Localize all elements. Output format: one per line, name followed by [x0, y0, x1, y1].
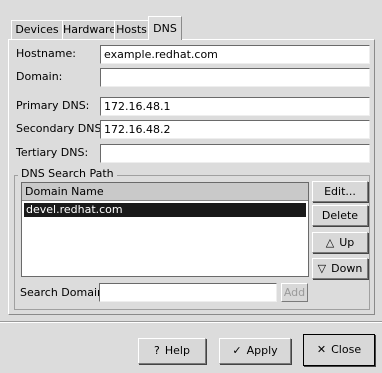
help-button-label: Help: [164, 344, 190, 357]
apply-button[interactable]: ✓ Apply: [219, 338, 291, 364]
up-button[interactable]: △ Up: [312, 232, 368, 253]
tertiary-dns-label: Tertiary DNS:: [16, 146, 89, 159]
edit-button[interactable]: Edit...: [312, 181, 368, 202]
secondary-dns-label: Secondary DNS:: [16, 122, 106, 135]
delete-button[interactable]: Delete: [312, 205, 368, 226]
dns-search-path-title: DNS Search Path: [18, 167, 117, 180]
up-button-label: Up: [339, 236, 355, 249]
triangle-up-icon: △: [325, 236, 335, 249]
tab-dns-label: DNS: [153, 22, 177, 35]
primary-dns-label: Primary DNS:: [16, 99, 90, 112]
tab-hosts-label: Hosts: [116, 23, 147, 36]
tab-hosts[interactable]: Hosts: [114, 20, 149, 39]
hostname-label: Hostname:: [16, 47, 76, 60]
edit-button-label: Edit...: [324, 185, 356, 198]
secondary-dns-field[interactable]: 172.16.48.2: [100, 120, 370, 139]
footer-separator: [0, 321, 382, 323]
primary-dns-field[interactable]: 172.16.48.1: [100, 97, 370, 116]
help-icon: ?: [154, 344, 160, 357]
add-button[interactable]: Add: [281, 283, 308, 302]
tab-hardware-label: Hardware: [63, 23, 117, 36]
domain-field[interactable]: [100, 68, 370, 87]
search-domain-input[interactable]: [99, 283, 277, 302]
checkmark-icon: ✓: [232, 344, 242, 357]
domain-label: Domain:: [16, 70, 63, 83]
search-domain-label: Search Domain:: [20, 286, 108, 299]
tab-dns[interactable]: DNS: [148, 16, 182, 40]
domain-name-column-header[interactable]: Domain Name: [22, 183, 308, 201]
close-button-label: Close: [331, 343, 362, 356]
help-button[interactable]: ? Help: [138, 338, 206, 364]
tab-hardware[interactable]: Hardware: [62, 20, 117, 39]
down-button[interactable]: ▽ Down: [312, 258, 368, 279]
delete-button-label: Delete: [321, 209, 359, 222]
triangle-down-icon: ▽: [317, 262, 327, 275]
apply-button-label: Apply: [246, 344, 278, 357]
list-item[interactable]: devel.redhat.com: [24, 203, 306, 217]
add-button-label: Add: [283, 286, 306, 299]
domain-list[interactable]: Domain Name devel.redhat.com: [21, 182, 309, 277]
hostname-field[interactable]: example.redhat.com: [100, 45, 370, 64]
tertiary-dns-field[interactable]: [100, 144, 370, 163]
tab-devices-label: Devices: [15, 23, 59, 36]
tab-devices[interactable]: Devices: [11, 20, 63, 39]
x-icon: ✕: [316, 343, 327, 356]
down-button-label: Down: [331, 262, 363, 275]
close-button[interactable]: ✕ Close: [303, 334, 375, 366]
